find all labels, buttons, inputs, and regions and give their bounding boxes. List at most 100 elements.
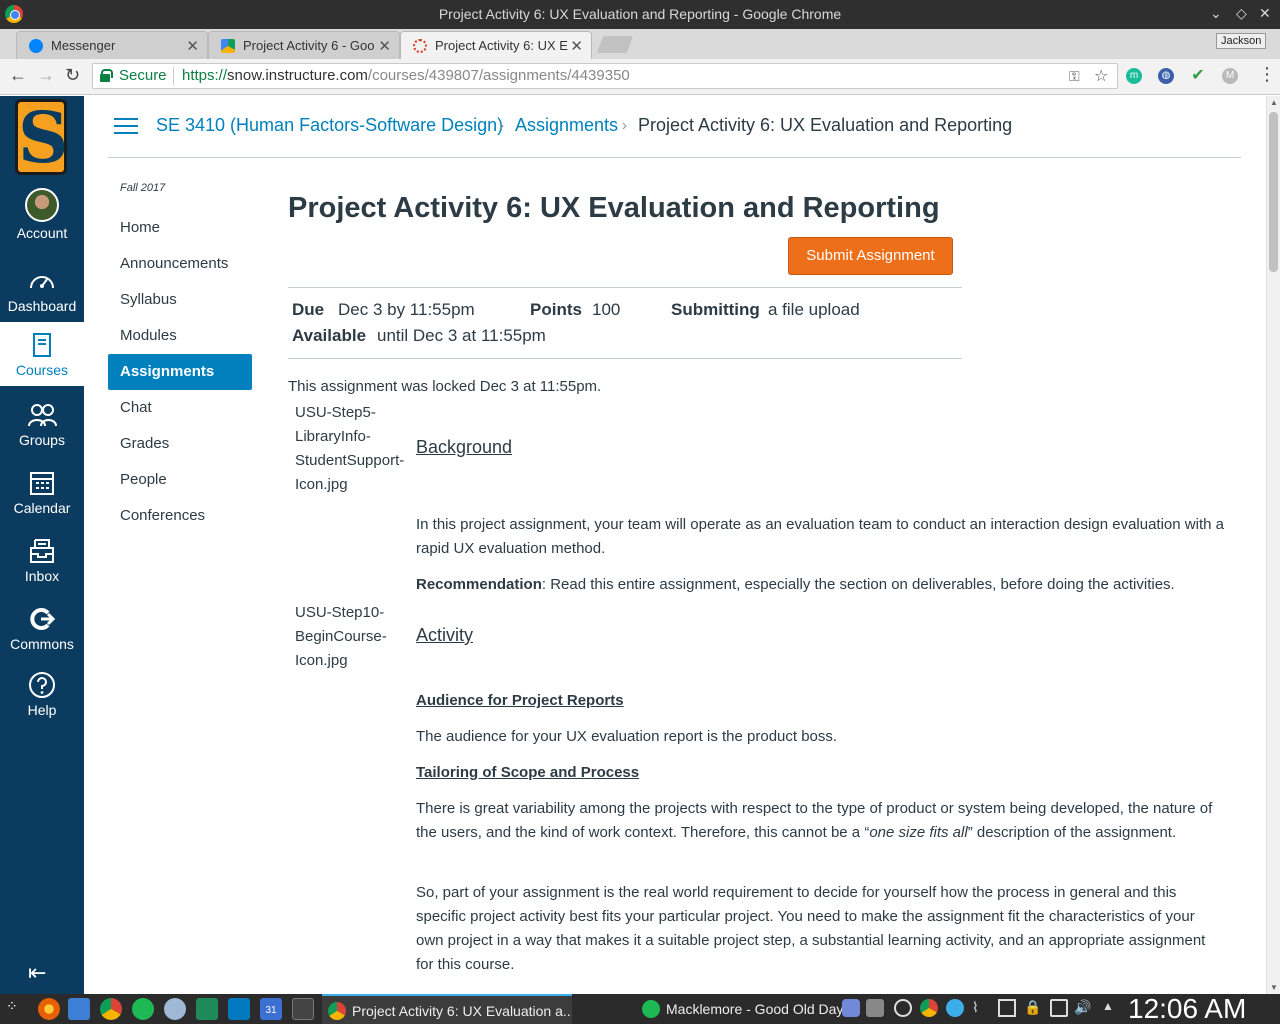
tray-expand-icon[interactable]: ▲	[1102, 999, 1120, 1017]
maximize-icon[interactable]: ◇	[1236, 5, 1247, 22]
image-alt-line: Icon.jpg	[295, 652, 348, 669]
app-launcher-icon[interactable]: ⁘	[6, 998, 28, 1020]
broken-image-placeholder: USU-Step5- LibraryInfo- StudentSupport- …	[295, 401, 404, 497]
chrome-menu-icon[interactable]: ⋮	[1258, 64, 1276, 85]
clipboard-icon[interactable]	[1050, 999, 1068, 1017]
scroll-up-icon[interactable]: ▲	[1270, 98, 1278, 107]
scroll-down-icon[interactable]: ▼	[1270, 983, 1278, 992]
taskbar-task-spotify[interactable]: Macklemore - Good Old Days	[636, 994, 846, 1024]
course-menu-icon[interactable]	[114, 118, 138, 134]
key-icon[interactable]: ⚿	[1069, 68, 1080, 85]
global-nav-help[interactable]: Help	[0, 670, 84, 718]
file-manager-icon[interactable]	[68, 998, 90, 1020]
course-nav-assignments[interactable]: Assignments	[108, 354, 252, 390]
available-value: until Dec 3 at 11:55pm	[377, 326, 546, 345]
breadcrumb-separator-icon: ›	[622, 117, 627, 134]
close-tab-icon[interactable]: ✕	[186, 37, 199, 55]
points-label: Points	[530, 300, 582, 319]
spotify-icon[interactable]	[132, 998, 154, 1020]
broken-image-placeholder: USU-Step10- BeginCourse- Icon.jpg	[295, 601, 387, 673]
term-label: Fall 2017	[120, 182, 166, 194]
global-nav-account[interactable]: Account	[0, 188, 84, 241]
scope-paragraph: So, part of your assignment is the real …	[416, 884, 1206, 973]
global-nav-groups[interactable]: Groups	[0, 400, 84, 448]
browser-toolbar: ← → ↻ Secure https://snow.instructure.co…	[0, 59, 1280, 95]
course-nav-announcements[interactable]: Announcements	[108, 246, 252, 282]
institution-logo[interactable]: S	[0, 96, 84, 178]
terminal-icon[interactable]	[292, 998, 314, 1020]
wifi-icon[interactable]: ⌇	[972, 999, 990, 1017]
tray-app-icon[interactable]	[866, 999, 884, 1017]
collapse-nav-icon[interactable]: ⇤	[28, 960, 46, 986]
breadcrumb-assignments[interactable]: Assignments	[515, 115, 618, 136]
lock-screen-icon[interactable]: 🔒	[1024, 999, 1042, 1017]
points-value: 100	[592, 300, 621, 319]
dashboard-icon	[30, 276, 54, 289]
firefox-icon[interactable]	[38, 998, 60, 1020]
global-nav-commons[interactable]: Commons	[0, 604, 84, 652]
course-nav-chat[interactable]: Chat	[108, 390, 252, 426]
volume-icon[interactable]: 🔊	[1074, 999, 1092, 1017]
extension-check-icon[interactable]: ✔	[1190, 68, 1206, 84]
trello-icon[interactable]	[228, 998, 250, 1020]
close-tab-icon[interactable]: ✕	[378, 37, 391, 55]
global-nav-label: Account	[16, 225, 68, 241]
tab-google-doc[interactable]: Project Activity 6 - Goo ✕	[208, 31, 400, 59]
image-alt-line: USU-Step5-	[295, 404, 376, 421]
extension-m-icon[interactable]: m	[1126, 68, 1142, 84]
display-icon[interactable]	[998, 999, 1016, 1017]
chrome-tray-icon[interactable]	[920, 999, 938, 1017]
submitting-value: a file upload	[768, 300, 860, 319]
task-label: Macklemore - Good Old Days	[666, 1001, 846, 1017]
window-title: Project Activity 6: UX Evaluation and Re…	[438, 6, 842, 22]
available-label: Available	[292, 326, 367, 345]
extension-globe-icon[interactable]: ◍	[1158, 68, 1174, 84]
scrollbar-thumb[interactable]	[1269, 112, 1278, 272]
tab-canvas-assignment[interactable]: Project Activity 6: UX E ✕	[400, 31, 592, 59]
profile-button[interactable]: Jackson	[1216, 33, 1267, 49]
course-nav-home[interactable]: Home	[108, 210, 252, 246]
chrome-icon	[328, 1002, 346, 1020]
forward-icon[interactable]: →	[37, 65, 55, 86]
course-nav-grades[interactable]: Grades	[108, 426, 252, 462]
close-tab-icon[interactable]: ✕	[570, 37, 583, 55]
course-nav-conferences[interactable]: Conferences	[108, 498, 252, 534]
page-scrollbar[interactable]: ▲ ▼	[1266, 96, 1280, 994]
course-nav-modules[interactable]: Modules	[108, 318, 252, 354]
courses-icon	[33, 333, 51, 357]
course-nav-people[interactable]: People	[108, 462, 252, 498]
lock-icon	[100, 69, 113, 82]
back-icon[interactable]: ←	[9, 65, 27, 86]
reload-icon[interactable]: ↻	[65, 65, 80, 86]
global-nav-inbox[interactable]: Inbox	[0, 536, 84, 584]
discord-icon[interactable]	[842, 999, 860, 1017]
messaging-tray-icon[interactable]	[946, 999, 964, 1017]
locked-message: This assignment was locked Dec 3 at 11:5…	[288, 378, 602, 395]
global-nav-label: Courses	[15, 362, 69, 378]
close-window-icon[interactable]: ✕	[1259, 5, 1271, 22]
image-alt-line: LibraryInfo-	[295, 428, 371, 445]
chrome-taskbar-icon[interactable]	[100, 998, 122, 1020]
url-text[interactable]: https://snow.instructure.com/courses/439…	[182, 67, 630, 84]
google-drive-icon	[221, 39, 235, 53]
extension-gmail-icon[interactable]: M	[1222, 68, 1238, 84]
calendar-app-icon[interactable]: 31	[260, 998, 282, 1020]
global-nav-courses[interactable]: Courses	[0, 322, 84, 386]
breadcrumb-course[interactable]: SE 3410 (Human Factors-Software Design)	[156, 115, 503, 136]
new-tab-button[interactable]	[596, 36, 634, 53]
download-app-icon[interactable]	[196, 998, 218, 1020]
app-icon[interactable]	[164, 998, 186, 1020]
media-play-icon[interactable]	[894, 999, 912, 1017]
bookmark-star-icon[interactable]: ☆	[1094, 66, 1108, 86]
global-nav-dashboard[interactable]: Dashboard	[0, 266, 84, 314]
course-nav-syllabus[interactable]: Syllabus	[108, 282, 252, 318]
tab-strip: Messenger ✕ Project Activity 6 - Goo ✕ P…	[0, 29, 1280, 59]
taskbar-clock[interactable]: 12:06 AM	[1128, 994, 1246, 1024]
submit-assignment-button[interactable]: Submit Assignment	[788, 237, 953, 275]
minimize-icon[interactable]: ⌄	[1210, 5, 1222, 22]
address-bar[interactable]: Secure https://snow.instructure.com/cour…	[92, 63, 1118, 89]
global-nav-calendar[interactable]: Calendar	[0, 468, 84, 516]
taskbar-task-chrome[interactable]: Project Activity 6: UX Evaluation a...	[322, 994, 572, 1024]
tab-messenger[interactable]: Messenger ✕	[16, 31, 208, 59]
global-nav-label: Groups	[19, 432, 65, 448]
